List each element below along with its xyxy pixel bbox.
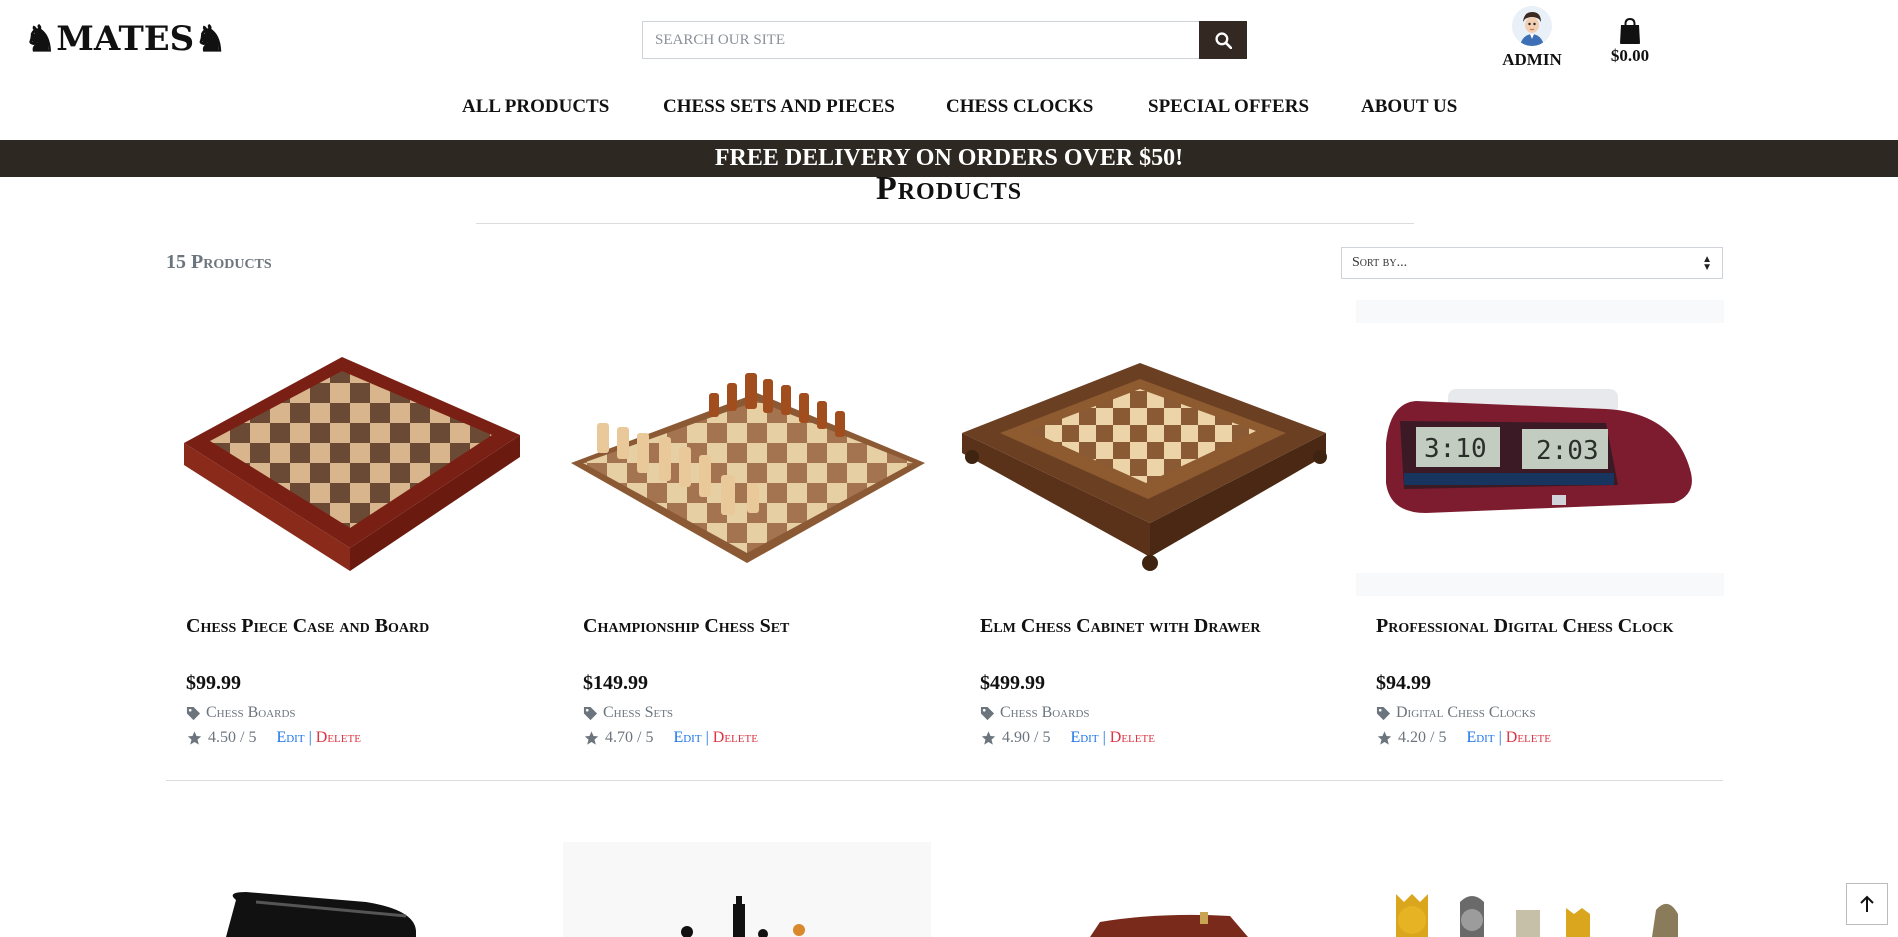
search-input[interactable]	[642, 21, 1199, 59]
tag-icon	[1376, 706, 1391, 720]
knight-icon: ♞	[194, 18, 227, 60]
back-to-top-button[interactable]	[1846, 883, 1888, 925]
product-rating: 4.20 / 5	[1398, 729, 1447, 746]
delete-link[interactable]: Delete	[316, 729, 361, 747]
product-card: Elm Chess Cabinet with Drawer $499.99 Ch…	[960, 300, 1328, 746]
admin-label: ADMIN	[1502, 50, 1562, 69]
nav-about-us[interactable]: ABOUT US	[1361, 96, 1457, 118]
delete-link[interactable]: Delete	[713, 729, 758, 747]
product-rating: 4.50 / 5	[208, 729, 257, 746]
nav-chess-sets-and-pieces[interactable]: CHESS SETS AND PIECES	[663, 96, 895, 118]
product-meta: 4.70 / 5 Edit | Delete	[583, 729, 758, 747]
product-name[interactable]: Championship Chess Set	[583, 613, 913, 640]
product-price: $99.99	[186, 672, 241, 694]
cart-total: $0.00	[1610, 46, 1650, 65]
edit-link[interactable]: Edit	[1070, 729, 1098, 747]
main-nav: ALL PRODUCTS CHESS SETS AND PIECES CHESS…	[0, 96, 1898, 126]
product-image[interactable]	[1356, 842, 1724, 937]
nav-chess-clocks[interactable]: CHESS CLOCKS	[946, 96, 1093, 118]
site-logo[interactable]: ♞ MATES ♞	[24, 18, 227, 60]
separator: |	[308, 729, 312, 746]
product-meta: 4.20 / 5 Edit | Delete	[1376, 729, 1551, 747]
nav-all-products[interactable]: ALL PRODUCTS	[462, 96, 609, 118]
product-card: Championship Chess Set $149.99 Chess Set…	[563, 300, 931, 746]
product-category-label: Digital Chess Clocks	[1396, 704, 1536, 721]
separator: |	[1102, 729, 1106, 746]
arrow-up-icon	[1860, 895, 1874, 912]
edit-link[interactable]: Edit	[1466, 729, 1494, 747]
clock-right-time: 2:03	[1536, 436, 1599, 466]
search-button[interactable]	[1199, 21, 1247, 59]
star-icon	[981, 731, 996, 745]
star-icon	[187, 731, 202, 745]
edit-link[interactable]: Edit	[673, 729, 701, 747]
product-image[interactable]	[960, 842, 1328, 937]
select-arrows-icon: ▲ ▼	[1702, 254, 1712, 273]
tag-icon	[186, 706, 201, 720]
product-price: $149.99	[583, 672, 648, 694]
star-icon	[584, 731, 599, 745]
product-category[interactable]: Chess Boards	[186, 704, 296, 722]
tag-icon	[980, 706, 995, 720]
product-image[interactable]	[563, 842, 931, 937]
product-card: 3:10 2:03 Professional Digital Chess Clo…	[1356, 300, 1724, 746]
delete-link[interactable]: Delete	[1506, 729, 1551, 747]
product-card: Chess Piece Case and Board $99.99 Chess …	[166, 300, 534, 746]
separator: |	[705, 729, 709, 746]
sort-select-value: Sort by...	[1352, 255, 1408, 270]
product-image[interactable]	[166, 842, 534, 937]
separator: |	[1498, 729, 1502, 746]
page-title: Products	[875, 170, 1023, 207]
product-image[interactable]	[960, 300, 1328, 596]
product-category-label: Chess Boards	[206, 704, 296, 721]
product-name[interactable]: Elm Chess Cabinet with Drawer	[980, 613, 1310, 640]
product-image[interactable]: 3:10 2:03	[1356, 300, 1724, 596]
account-admin[interactable]: ADMIN	[1500, 6, 1564, 70]
product-name[interactable]: Professional Digital Chess Clock	[1376, 613, 1706, 640]
cart-link[interactable]: $0.00	[1598, 6, 1662, 66]
site-header: ♞ MATES ♞ ADMIN	[0, 0, 1898, 140]
shopping-bag-icon	[1620, 17, 1640, 44]
search-form	[642, 21, 1247, 59]
product-price: $94.99	[1376, 672, 1431, 694]
product-category[interactable]: Chess Sets	[583, 704, 673, 722]
product-count: 15 Products	[166, 251, 272, 273]
product-rating: 4.70 / 5	[605, 729, 654, 746]
divider	[166, 780, 1723, 781]
sort-select[interactable]: Sort by... ▲ ▼	[1341, 247, 1723, 279]
knight-icon: ♞	[24, 18, 57, 60]
tag-icon	[583, 706, 598, 720]
product-meta: 4.90 / 5 Edit | Delete	[980, 729, 1155, 747]
product-name[interactable]: Chess Piece Case and Board	[186, 613, 516, 640]
product-image[interactable]	[166, 300, 534, 596]
search-icon	[1214, 31, 1232, 49]
avatar	[1512, 6, 1552, 46]
nav-special-offers[interactable]: SPECIAL OFFERS	[1148, 96, 1309, 118]
product-price: $499.99	[980, 672, 1045, 694]
product-category-label: Chess Sets	[603, 704, 674, 721]
product-rating: 4.90 / 5	[1002, 729, 1051, 746]
star-icon	[1377, 731, 1392, 745]
delete-link[interactable]: Delete	[1110, 729, 1155, 747]
product-category-label: Chess Boards	[1000, 704, 1090, 721]
divider	[476, 223, 1414, 224]
product-category[interactable]: Chess Boards	[980, 704, 1090, 722]
product-meta: 4.50 / 5 Edit | Delete	[186, 729, 361, 747]
edit-link[interactable]: Edit	[276, 729, 304, 747]
product-category[interactable]: Digital Chess Clocks	[1376, 704, 1536, 722]
logo-text: MATES	[56, 19, 195, 59]
product-image[interactable]	[563, 300, 931, 596]
clock-left-time: 3:10	[1424, 434, 1487, 464]
